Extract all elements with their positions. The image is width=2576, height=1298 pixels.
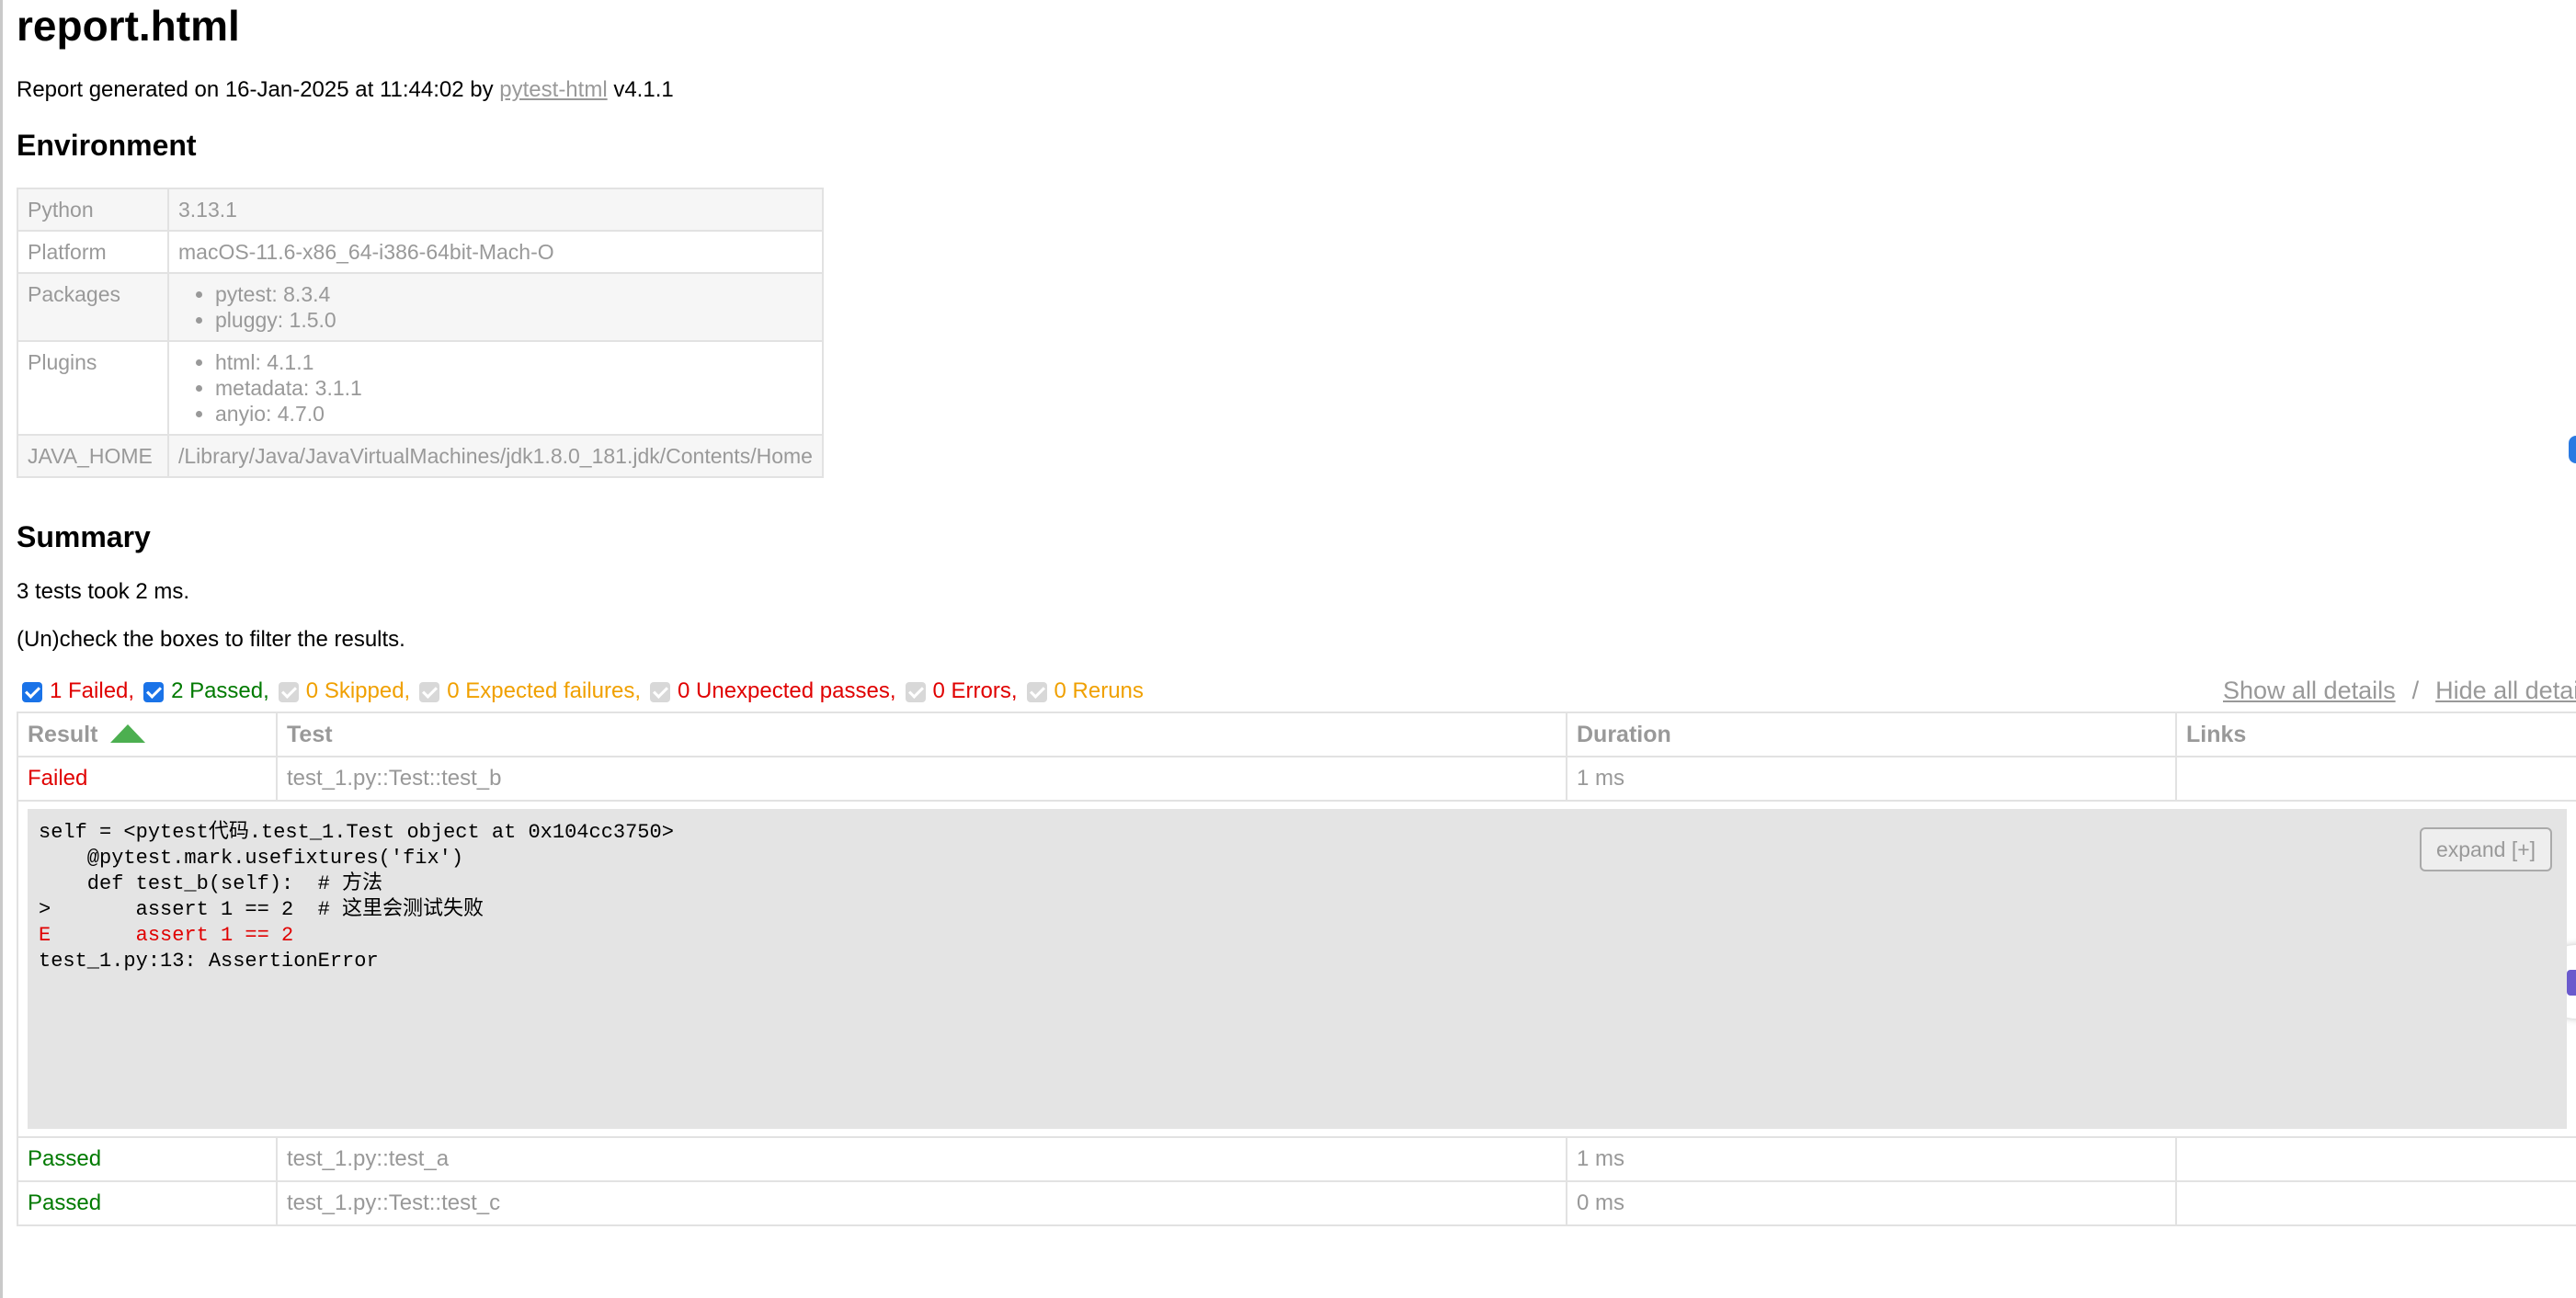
result-cell: Failed <box>17 756 278 802</box>
result-cell: Passed <box>17 1180 278 1226</box>
test-name-cell: test_1.py::test_a <box>276 1136 1567 1182</box>
pytest-html-link[interactable]: pytest-html <box>499 77 607 102</box>
side-widget-tab[interactable] <box>2569 436 2576 463</box>
filter-xfailed-checkbox[interactable] <box>419 682 440 702</box>
package-item: pytest: 8.3.4 <box>215 281 813 307</box>
filter-hint: (Un)check the boxes to filter the result… <box>17 627 405 652</box>
details-separator: / <box>2411 677 2420 704</box>
env-row-packages: Packages pytest: 8.3.4 pluggy: 1.5.0 <box>17 272 824 342</box>
sort-by-duration-header[interactable]: Duration <box>1566 712 2177 757</box>
results-header-row: Result Test Duration Links <box>17 712 2576 757</box>
failure-log-row: self = <pytest代码.test_1.Test object at 0… <box>17 800 2576 1138</box>
sort-by-test-header[interactable]: Test <box>276 712 1567 757</box>
detail-links: Show all details / Hide all details <box>2223 677 2576 705</box>
log-line: @pytest.mark.usefixtures('fix') <box>39 847 464 870</box>
table-row[interactable]: Passed test_1.py::Test::test_c 0 ms <box>17 1180 2576 1226</box>
log-line: self = <pytest代码.test_1.Test object at 0… <box>39 821 674 844</box>
result-cell: Passed <box>17 1136 278 1182</box>
table-row[interactable]: Passed test_1.py::test_a 1 ms <box>17 1136 2576 1182</box>
links-cell <box>2175 756 2576 802</box>
links-cell <box>2175 1136 2576 1182</box>
packages-list: pytest: 8.3.4 pluggy: 1.5.0 <box>178 281 813 333</box>
filter-xpassed-checkbox[interactable] <box>650 682 671 702</box>
sort-by-result-header[interactable]: Result <box>17 712 278 757</box>
links-cell <box>2175 1180 2576 1226</box>
filter-passed-checkbox[interactable] <box>143 682 165 702</box>
filter-failed-checkbox[interactable] <box>22 682 42 702</box>
duration-cell: 1 ms <box>1566 756 2177 802</box>
generated-suffix: v4.1.1 <box>607 77 674 102</box>
table-row[interactable]: Failed test_1.py::Test::test_b 1 ms <box>17 756 2576 802</box>
failure-log-cell: self = <pytest代码.test_1.Test object at 0… <box>17 800 2576 1138</box>
failure-log: self = <pytest代码.test_1.Test object at 0… <box>28 809 2567 1129</box>
environment-heading: Environment <box>17 129 197 162</box>
env-row-plugins: Plugins html: 4.1.1 metadata: 3.1.1 anyi… <box>17 340 824 436</box>
env-key: Platform <box>17 230 169 274</box>
env-row-platform: Platform macOS-11.6-x86_64-i386-64bit-Ma… <box>17 230 824 274</box>
env-key: Plugins <box>17 340 169 436</box>
env-row-java-home: JAVA_HOME /Library/Java/JavaVirtualMachi… <box>17 434 824 478</box>
env-key: Python <box>17 188 169 232</box>
summary-heading: Summary <box>17 520 151 553</box>
filter-errors-label: 0 Errors, <box>932 678 1018 703</box>
generated-line: Report generated on 16-Jan-2025 at 11:44… <box>17 77 674 103</box>
test-name-cell: test_1.py::Test::test_b <box>276 756 1567 802</box>
filter-xfailed-label: 0 Expected failures, <box>447 678 642 703</box>
result-header-label: Result <box>28 721 98 747</box>
expand-log-button[interactable]: expand [+] <box>2420 827 2552 871</box>
plugin-item: anyio: 4.7.0 <box>215 401 813 427</box>
filter-passed-label: 2 Passed, <box>171 678 269 703</box>
plugins-list: html: 4.1.1 metadata: 3.1.1 anyio: 4.7.0 <box>178 349 813 427</box>
plugin-item: html: 4.1.1 <box>215 349 813 375</box>
window-edge <box>0 0 3 1298</box>
duration-cell: 0 ms <box>1566 1180 2177 1226</box>
links-header: Links <box>2175 712 2576 757</box>
filter-skipped-checkbox[interactable] <box>278 682 299 702</box>
sort-ascending-icon <box>110 723 146 743</box>
filter-reruns-checkbox[interactable] <box>1026 682 1047 702</box>
plugin-item: metadata: 3.1.1 <box>215 375 813 401</box>
show-all-details-link[interactable]: Show all details <box>2223 677 2396 704</box>
result-filters: 1 Failed, 2 Passed, 0 Skipped, 0 Expecte… <box>22 678 1153 704</box>
log-line: def test_b(self): # 方法 <box>39 872 383 895</box>
log-line: test_1.py:13: AssertionError <box>39 950 379 973</box>
filter-reruns-label: 0 Reruns <box>1054 678 1144 703</box>
results-table: Result Test Duration Links Failed test_1… <box>17 712 2576 1226</box>
log-line: > assert 1 == 2 # 这里会测试失败 <box>39 898 484 921</box>
env-value: macOS-11.6-x86_64-i386-64bit-Mach-O <box>167 230 824 274</box>
hide-all-details-link[interactable]: Hide all details <box>2435 677 2576 704</box>
env-value: 3.13.1 <box>167 188 824 232</box>
filter-errors-checkbox[interactable] <box>905 682 926 702</box>
page-title: report.html <box>17 2 240 50</box>
filter-failed-label: 1 Failed, <box>50 678 135 703</box>
env-key: Packages <box>17 272 169 342</box>
environment-table: Python 3.13.1 Platform macOS-11.6-x86_64… <box>17 188 824 478</box>
filter-skipped-label: 0 Skipped, <box>305 678 411 703</box>
filter-xpassed-label: 0 Unexpected passes, <box>678 678 896 703</box>
duration-cell: 1 ms <box>1566 1136 2177 1182</box>
env-row-python: Python 3.13.1 <box>17 188 824 232</box>
env-value: html: 4.1.1 metadata: 3.1.1 anyio: 4.7.0 <box>167 340 824 436</box>
test-name-cell: test_1.py::Test::test_c <box>276 1180 1567 1226</box>
env-value: pytest: 8.3.4 pluggy: 1.5.0 <box>167 272 824 342</box>
env-key: JAVA_HOME <box>17 434 169 478</box>
log-error-line: E assert 1 == 2 <box>39 924 294 947</box>
report-page: report.html Report generated on 16-Jan-2… <box>0 0 2576 1298</box>
package-item: pluggy: 1.5.0 <box>215 307 813 333</box>
generated-prefix: Report generated on 16-Jan-2025 at 11:44… <box>17 77 500 102</box>
run-duration-text: 3 tests took 2 ms. <box>17 579 190 604</box>
env-value: /Library/Java/JavaVirtualMachines/jdk1.8… <box>167 434 824 478</box>
